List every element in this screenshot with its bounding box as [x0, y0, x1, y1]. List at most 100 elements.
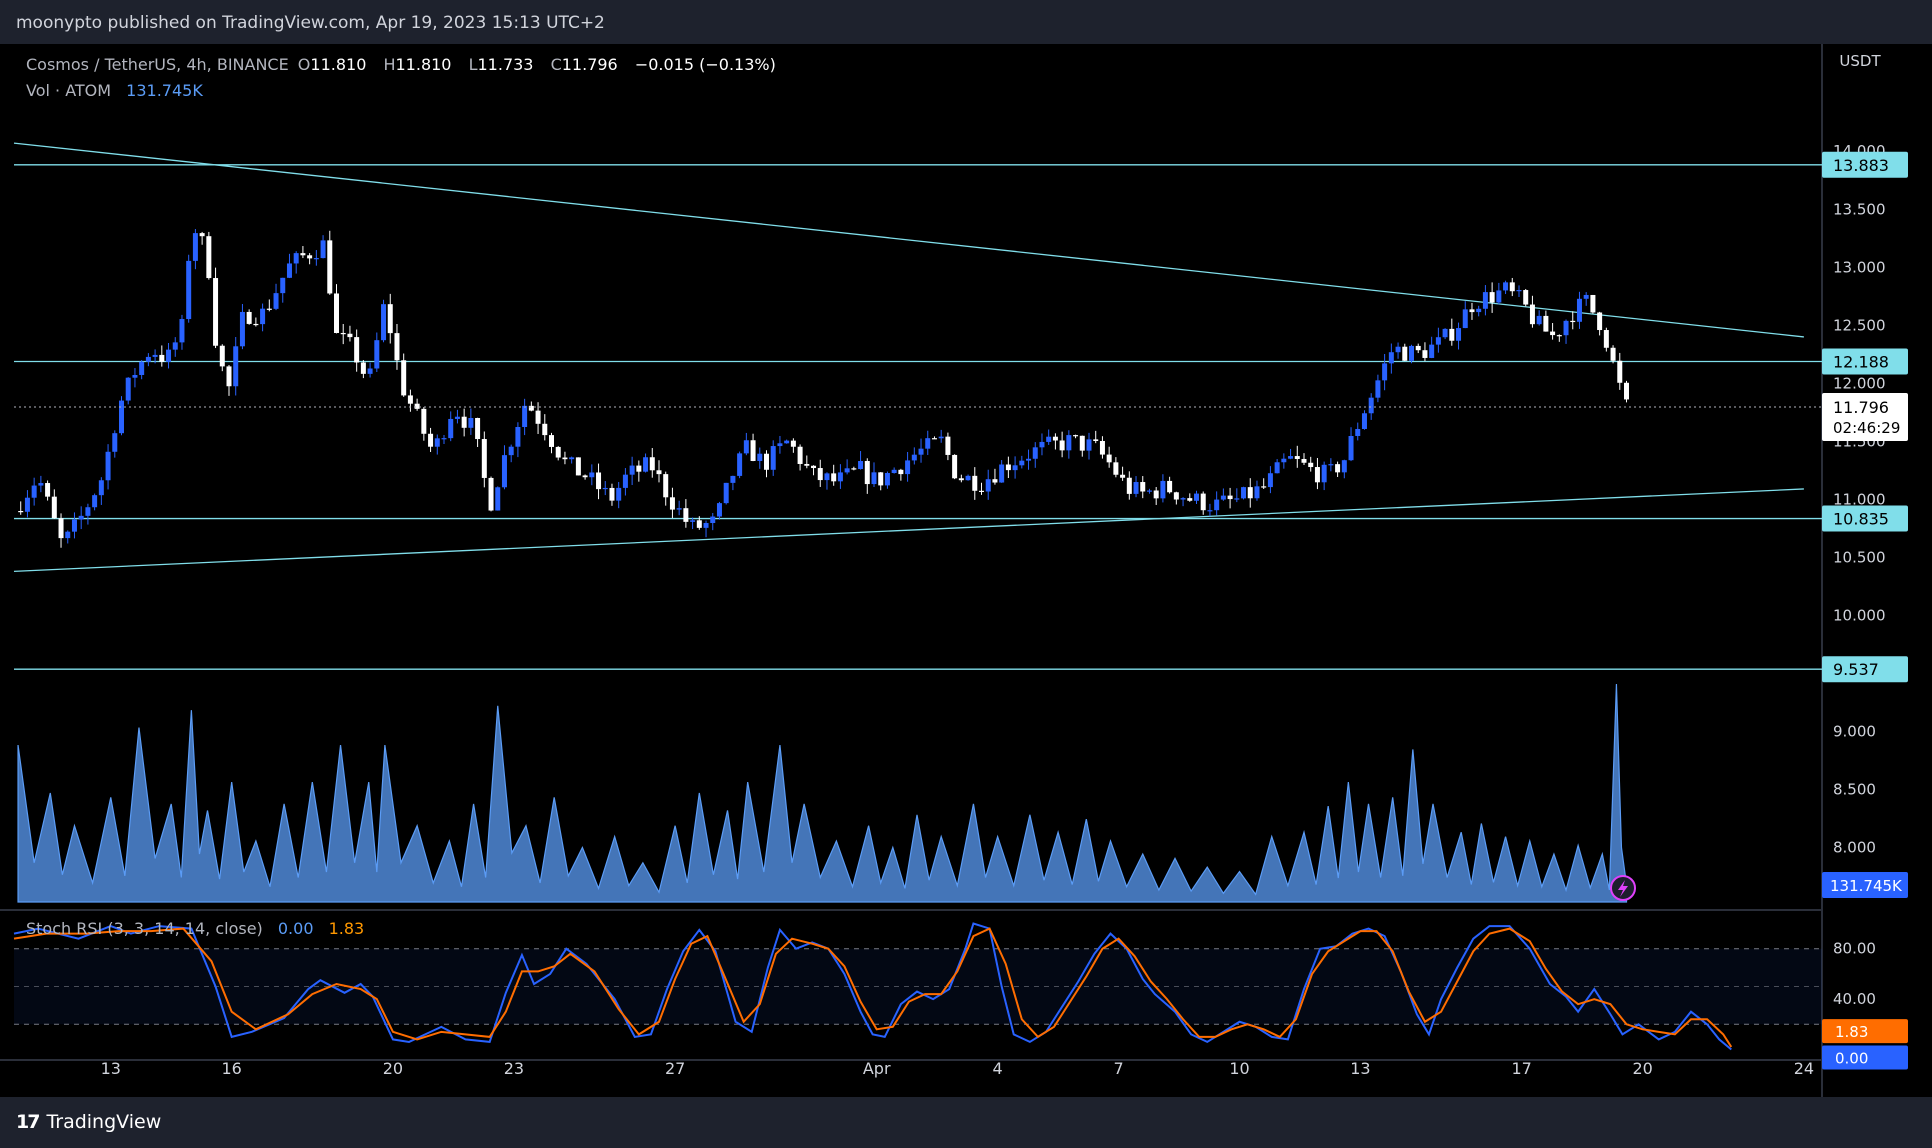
candle-body	[334, 293, 339, 333]
candle-body	[1133, 482, 1139, 494]
stoch-label[interactable]: Stoch RSI (3, 3, 14, 14, close)	[26, 919, 263, 938]
candle-body	[1523, 290, 1529, 305]
trendline	[13, 142, 1804, 338]
candle-body	[145, 356, 151, 362]
candle-body	[979, 490, 984, 492]
candle-body	[710, 516, 716, 524]
candle-body	[898, 469, 904, 475]
candle-body	[199, 233, 205, 237]
candle-body	[152, 354, 158, 357]
candle-body	[1503, 282, 1509, 291]
candle-body	[1321, 464, 1327, 483]
candle-body	[737, 453, 743, 476]
candle-body	[616, 487, 622, 501]
candle-body	[1126, 477, 1132, 494]
candle-body	[609, 487, 615, 501]
change-value: −0.015 (−0.13%)	[634, 55, 776, 74]
chart-canvas[interactable]: USDT14.00013.50013.00012.50012.00011.500…	[0, 44, 1932, 1097]
candle-body	[884, 473, 890, 486]
candle-body	[1563, 320, 1569, 336]
candle-body	[905, 460, 911, 475]
candle-body	[837, 472, 843, 482]
candle-body	[1005, 464, 1011, 471]
candle-body	[757, 453, 763, 461]
candle-body	[602, 487, 608, 490]
volume-badge-label: 131.745K	[1830, 877, 1903, 895]
time-tick-label: 13	[101, 1059, 121, 1078]
candle-body	[1261, 486, 1267, 488]
price-tick-label: 12.500	[1833, 316, 1886, 334]
candle-body	[293, 253, 299, 264]
candle-body	[1160, 480, 1166, 499]
candle-body	[656, 470, 662, 475]
price-tick-label: 10.000	[1833, 606, 1886, 624]
stoch-tick-label: 80.00	[1833, 940, 1876, 958]
level-badge-label: 9.537	[1833, 660, 1879, 679]
high-value: 11.810	[395, 55, 452, 74]
volume-label[interactable]: Vol · ATOM	[26, 81, 111, 100]
footer-bar: 17 TradingView	[0, 1097, 1932, 1148]
candle-body	[414, 403, 420, 409]
candle-body	[992, 479, 998, 483]
candle-body	[441, 438, 447, 440]
price-tick-label: 10.500	[1833, 548, 1886, 566]
candle-body	[1308, 462, 1314, 468]
candle-body	[629, 465, 635, 475]
candle-body	[555, 446, 561, 458]
tradingview-logo[interactable]: 17 TradingView	[16, 1111, 161, 1133]
time-tick-label: Apr	[863, 1059, 891, 1078]
symbol-label[interactable]: Cosmos / TetherUS, 4h, BINANCE	[26, 55, 289, 74]
high-label: H	[383, 55, 396, 74]
candle-body	[1200, 493, 1206, 511]
candle-body	[1355, 428, 1361, 436]
candle-body	[213, 278, 219, 346]
candle-body	[347, 333, 353, 338]
candle-body	[891, 469, 897, 474]
candle-body	[1106, 454, 1112, 463]
time-tick-label: 16	[222, 1059, 242, 1078]
candle-body	[844, 468, 850, 473]
candle-body	[340, 332, 346, 335]
candle-body	[851, 468, 857, 470]
candle-body	[488, 477, 494, 511]
candle-body	[360, 362, 366, 374]
candle-body	[1388, 352, 1394, 364]
candle-body	[1395, 346, 1401, 353]
candle-body	[266, 308, 272, 310]
candle-body	[730, 475, 736, 483]
candle-body	[1361, 413, 1367, 429]
candle-body	[1294, 456, 1300, 459]
time-tick-label: 10	[1229, 1059, 1249, 1078]
candle-body	[374, 340, 380, 369]
candle-body	[1476, 308, 1482, 313]
candle-body	[1120, 474, 1126, 478]
candle-body	[18, 511, 24, 513]
candle-body	[1099, 440, 1105, 455]
candle-body	[1247, 487, 1253, 499]
candle-body	[999, 464, 1005, 483]
candle-body	[1214, 499, 1220, 511]
candle-body	[871, 472, 877, 485]
candle-body	[65, 531, 71, 539]
candle-body	[1113, 462, 1119, 475]
open-label: O	[297, 55, 311, 74]
candle-body	[454, 416, 460, 419]
candle-body	[1462, 309, 1468, 329]
candle-body	[286, 263, 292, 278]
currency-label: USDT	[1839, 52, 1881, 70]
candle-body	[1086, 439, 1092, 451]
candle-body	[817, 468, 823, 481]
candle-body	[1194, 493, 1199, 501]
candle-body	[246, 311, 252, 324]
candle-body	[1328, 464, 1334, 466]
candle-body	[139, 361, 145, 375]
candle-body	[696, 520, 702, 528]
price-tick-label: 9.000	[1833, 723, 1876, 741]
candle-body	[125, 377, 131, 401]
level-badge-label: 10.835	[1833, 510, 1889, 529]
close-label: C	[550, 55, 562, 74]
stoch-legend: Stoch RSI (3, 3, 14, 14, close) 0.00 1.8…	[26, 919, 364, 938]
candle-body	[166, 349, 172, 362]
candle-body	[1173, 492, 1179, 500]
candle-body	[327, 240, 333, 294]
